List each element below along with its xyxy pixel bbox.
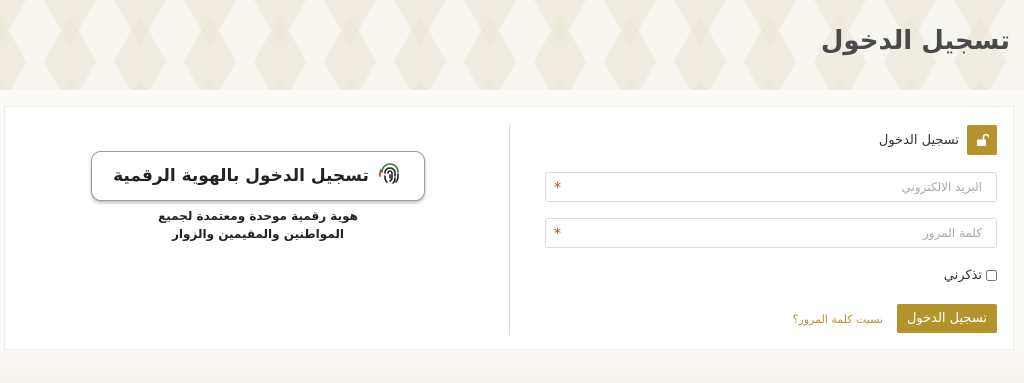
uaepass-description-line1: هوية رقمية موحدة ومعتمدة لجميع [158, 209, 358, 223]
uaepass-description-line2: المواطنين والمقيمين والزوار [172, 227, 344, 241]
remember-me: تذكرني [944, 268, 997, 283]
unlock-icon [967, 125, 997, 155]
email-input[interactable] [546, 173, 996, 201]
column-divider [509, 125, 510, 335]
email-required-mark: * [554, 180, 561, 196]
forgot-password-link[interactable]: نسيت كلمة المرور؟ [793, 313, 883, 326]
remember-checkbox[interactable] [986, 270, 997, 281]
uaepass-button-label: تسجيل الدخول بالهوية الرقمية [113, 166, 369, 186]
page-title: تسجيل الدخول [820, 26, 1010, 56]
password-required-mark: * [554, 226, 561, 242]
remember-label[interactable]: تذكرني [944, 268, 982, 283]
uaepass-description: هوية رقمية موحدة ومعتمدة لجميع المواطنين… [91, 207, 425, 243]
footer-pattern-background [0, 348, 1024, 383]
login-heading: تسجيل الدخول [878, 132, 959, 148]
password-input[interactable] [546, 219, 996, 247]
email-field[interactable]: * [545, 172, 997, 202]
password-field[interactable]: * [545, 218, 997, 248]
login-header: تسجيل الدخول [879, 125, 997, 155]
login-submit-button[interactable]: تسجيل الدخول [897, 304, 997, 333]
fingerprint-icon [377, 161, 403, 191]
login-card: تسجيل الدخول * * تذكرني تسجيل الدخول نسي… [4, 106, 1014, 350]
uaepass-login-button[interactable]: تسجيل الدخول بالهوية الرقمية [91, 151, 425, 201]
